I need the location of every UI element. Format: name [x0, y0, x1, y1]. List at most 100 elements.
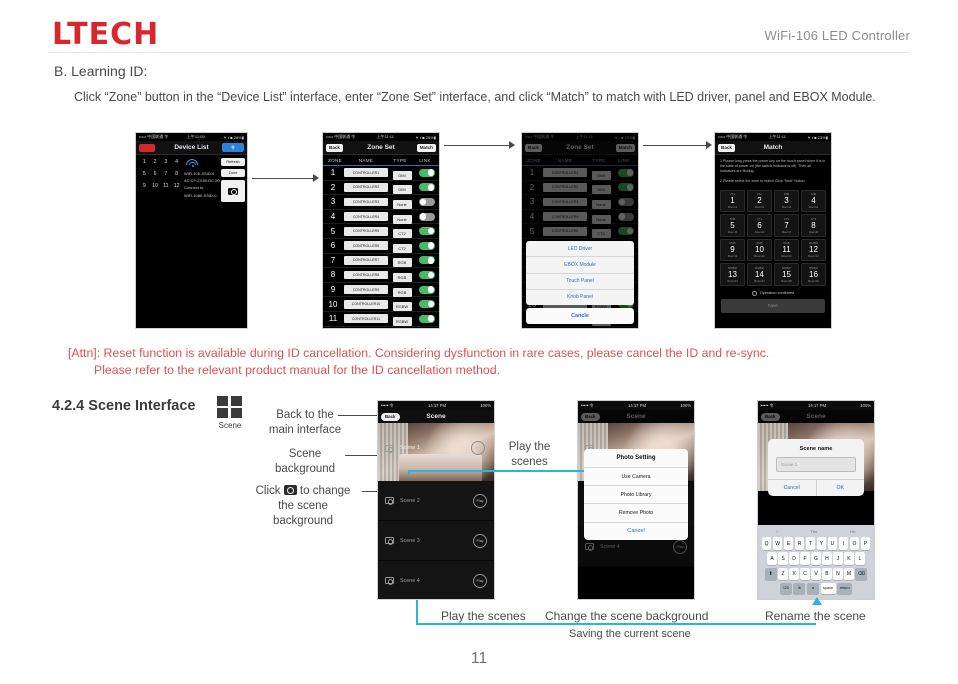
camera-icon[interactable] — [385, 497, 394, 505]
back-button[interactable]: Back — [761, 412, 780, 421]
scene-row[interactable]: Scene 4 Play — [378, 561, 494, 599]
back-button[interactable]: Back — [525, 143, 542, 152]
match-zone-cell[interactable]: RGBW 15 Room15 — [774, 263, 799, 286]
key-u[interactable]: U — [827, 537, 838, 551]
next-button[interactable]: Next — [721, 298, 825, 313]
key-c[interactable]: C — [800, 567, 810, 581]
back-button[interactable]: Back — [381, 412, 400, 421]
scene-row[interactable]: Scene 3 Play — [378, 521, 494, 561]
sheet-option[interactable]: Use Camera — [584, 468, 688, 487]
microphone-icon[interactable]: ⏺ — [807, 582, 819, 594]
zone-name-field[interactable]: CONTROLLER5 — [344, 226, 388, 236]
match-zone-cell[interactable]: RGB 11 Room11 — [774, 238, 799, 262]
zone-name-field[interactable]: CONTROLLER7 — [344, 255, 388, 265]
suggestion[interactable]: I'm — [850, 529, 855, 534]
zone-name-field[interactable]: CONTROLLER2 — [344, 183, 388, 192]
match-zone-cell[interactable]: RGBW 16 Room16 — [801, 263, 826, 286]
back-button[interactable]: Back — [581, 412, 600, 421]
match-zone-cell[interactable]: RGB 10 Room10 — [747, 238, 772, 262]
sheet-option[interactable]: Remove Photo — [584, 504, 688, 523]
camera-icon[interactable] — [585, 543, 594, 551]
operation-confirmed-checkbox[interactable]: Operation confirmed — [715, 290, 831, 296]
zone-name-field[interactable]: CONTROLLER3 — [344, 197, 388, 207]
zone-button[interactable]: Zone — [221, 169, 245, 177]
play-button[interactable]: Play — [471, 441, 485, 455]
key-o[interactable]: O — [849, 537, 860, 551]
zone-name-field[interactable]: CONTROLLER3 — [543, 197, 587, 207]
match-zone-cell[interactable]: RGBW 14 Room14 — [747, 263, 772, 286]
refresh-button[interactable]: Refresh — [221, 158, 245, 166]
search-icon[interactable]: ⚲ — [222, 143, 244, 152]
zone-name-field[interactable]: CONTROLLER9 — [344, 285, 388, 294]
match-zone-cell[interactable]: RGBW 13 Room13 — [720, 263, 745, 286]
scene-name-input[interactable]: Scene 1 — [776, 457, 856, 472]
key-b[interactable]: B — [822, 567, 832, 581]
match-zone-cell[interactable]: DIM 5 Room5 — [720, 214, 745, 237]
zone-name-field[interactable]: CONTROLLER2 — [543, 183, 587, 192]
key-l[interactable]: L — [855, 552, 865, 566]
zone-link-toggle[interactable] — [415, 310, 439, 328]
suggestion[interactable]: The — [810, 529, 817, 534]
key-k[interactable]: K — [844, 552, 854, 566]
match-zone-cell[interactable]: CT2 7 Room7 — [774, 214, 799, 237]
key-a[interactable]: A — [767, 552, 777, 566]
key-e[interactable]: E — [783, 537, 794, 551]
scene-row[interactable]: Scene 2 Play — [378, 481, 494, 521]
zone-name-field[interactable]: CONTROLLER10 — [344, 299, 388, 309]
action-sheet-item[interactable]: Touch Panel — [526, 274, 634, 290]
match-zone-cell[interactable]: DIM 3 Room3 — [774, 189, 799, 213]
back-button[interactable]: Back — [326, 143, 343, 152]
match-zone-cell[interactable]: CT2 8 Room8 — [801, 214, 826, 237]
key-x[interactable]: X — [789, 567, 799, 581]
action-sheet-item[interactable]: EBOX Module — [526, 257, 634, 274]
zone-name-field[interactable]: CONTROLLER5 — [543, 226, 587, 236]
ok-button[interactable]: OK — [817, 480, 865, 496]
camera-icon[interactable] — [385, 445, 394, 453]
key-v[interactable]: V — [811, 567, 821, 581]
play-button[interactable]: Play — [473, 533, 487, 548]
action-sheet-item[interactable]: Knob Panel — [526, 290, 634, 305]
zone-name-field[interactable]: CONTROLLER11 — [344, 314, 388, 324]
match-zone-cell[interactable]: ZT2 2 Room2 — [747, 189, 772, 213]
sheet-option[interactable]: Photo Library — [584, 486, 688, 505]
key-t[interactable]: T — [805, 537, 816, 551]
key-j[interactable]: J — [833, 552, 843, 566]
match-zone-cell[interactable]: DIM 4 Room4 — [801, 189, 826, 213]
key-p[interactable]: P — [860, 537, 871, 551]
zone-name-field[interactable]: CONTROLLER1 — [543, 168, 587, 178]
zone-name-field[interactable]: CONTROLLER1 — [344, 168, 388, 178]
zone-name-field[interactable]: CONTROLLER4 — [344, 212, 388, 221]
table-row[interactable]: 11 CONTROLLER11RGBW — [323, 312, 439, 327]
key-numbers[interactable]: 123 — [779, 582, 792, 594]
key-m[interactable]: M — [844, 567, 854, 581]
key-i[interactable]: I — [838, 537, 849, 551]
match-button[interactable]: Match — [416, 143, 436, 152]
zone-name-field[interactable]: CONTROLLER4 — [543, 212, 587, 221]
play-button[interactable]: Play — [473, 573, 487, 588]
key-r[interactable]: R — [794, 537, 805, 551]
match-zone-cell[interactable]: ZT1 1 Room1 — [720, 189, 745, 213]
key-q[interactable]: Q — [761, 537, 772, 551]
action-sheet-item[interactable]: LED Driver — [526, 241, 634, 258]
key-h[interactable]: H — [822, 552, 832, 566]
match-button[interactable]: Match — [615, 143, 635, 152]
scene-hero-background[interactable]: Scene 1 Play — [378, 423, 494, 481]
match-zone-cell[interactable]: RGBW 12 Room12 — [801, 238, 826, 262]
back-button[interactable]: Back — [718, 143, 735, 152]
key-s[interactable]: S — [778, 552, 788, 566]
match-zone-cell[interactable]: RGB 9 Room9 — [720, 238, 745, 262]
shift-icon[interactable]: ⬆ — [764, 567, 777, 581]
cancel-button[interactable]: Cancel — [584, 523, 688, 540]
backspace-icon[interactable]: ⌫ — [855, 567, 868, 581]
zone-name-field[interactable]: CONTROLLER8 — [344, 270, 388, 280]
key-y[interactable]: Y — [816, 537, 827, 551]
camera-icon[interactable] — [221, 180, 245, 202]
play-button[interactable]: Play — [673, 539, 687, 554]
zone-type-field[interactable]: RGBW — [389, 310, 415, 328]
globe-icon[interactable]: ⊕ — [793, 582, 806, 594]
key-space[interactable]: space — [820, 582, 836, 594]
key-g[interactable]: G — [811, 552, 821, 566]
key-w[interactable]: W — [772, 537, 783, 551]
cancel-button[interactable]: Cancle — [526, 308, 634, 324]
match-zone-cell[interactable]: CT1 6 Room6 — [747, 214, 772, 237]
